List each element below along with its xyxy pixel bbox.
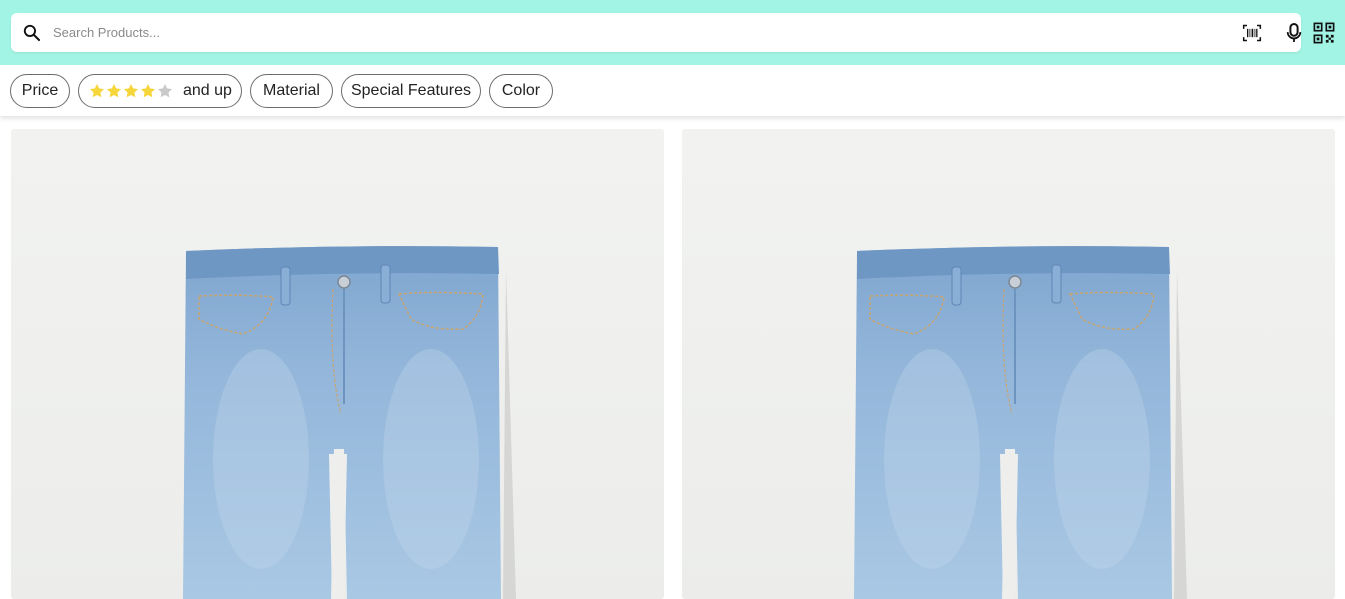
product-card[interactable] xyxy=(682,129,1335,599)
special-features-filter-label: Special Features xyxy=(350,82,472,99)
rating-stars xyxy=(89,83,174,99)
special-features-filter-chip[interactable]: Special Features xyxy=(341,74,481,108)
price-filter-label: Price xyxy=(21,82,59,99)
color-filter-label: Color xyxy=(501,82,541,99)
barcode-scan-icon[interactable] xyxy=(1242,23,1262,43)
star-filled-icon xyxy=(107,84,121,98)
qr-code-icon[interactable] xyxy=(1313,22,1335,44)
star-filled-icon xyxy=(90,84,104,98)
star-empty-icon xyxy=(158,84,172,98)
search-icon[interactable] xyxy=(22,23,41,42)
product-image xyxy=(183,246,516,599)
price-filter-chip[interactable]: Price xyxy=(10,74,70,108)
material-filter-chip[interactable]: Material xyxy=(250,74,333,108)
search-header xyxy=(0,0,1345,65)
product-grid xyxy=(0,116,1345,599)
star-filled-icon xyxy=(141,84,155,98)
microphone-icon[interactable] xyxy=(1285,22,1303,44)
filter-bar: Price and up Material Special Features C… xyxy=(0,65,1345,116)
rating-filter-label: and up xyxy=(183,82,232,99)
material-filter-label: Material xyxy=(263,82,320,99)
search-input[interactable] xyxy=(51,19,1221,46)
product-image xyxy=(854,246,1187,599)
star-filled-icon xyxy=(124,84,138,98)
rating-filter-chip[interactable]: and up xyxy=(78,74,242,108)
product-card[interactable] xyxy=(11,129,664,599)
search-bar[interactable] xyxy=(11,13,1303,52)
color-filter-chip[interactable]: Color xyxy=(489,74,553,108)
